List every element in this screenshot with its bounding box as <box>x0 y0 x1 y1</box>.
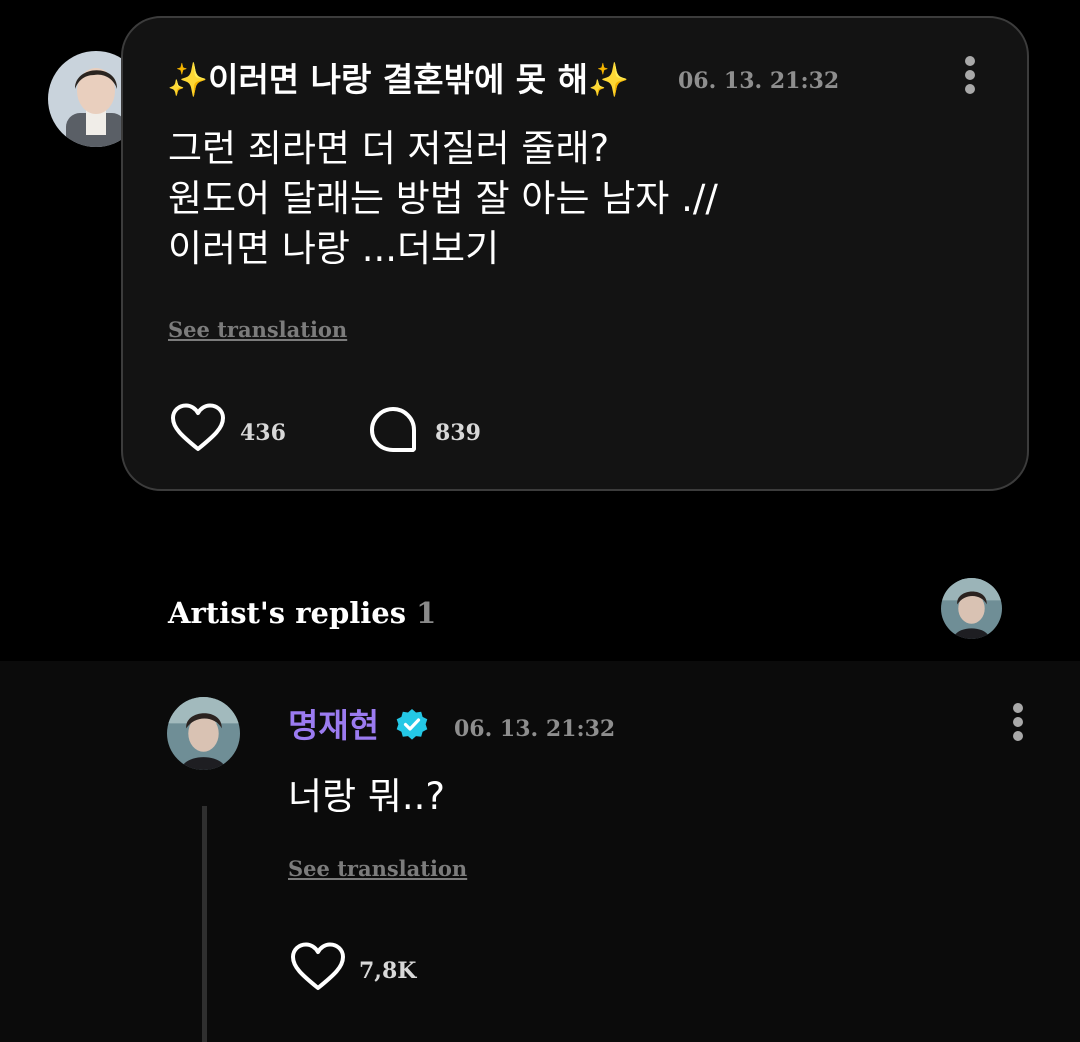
post-timestamp: 06. 13. 21:32 <box>678 68 840 94</box>
reply-author-name-text: 명재현 <box>288 706 380 745</box>
artist-replies-label: Artist's replies <box>168 596 407 630</box>
reply-author-avatar[interactable] <box>167 697 240 770</box>
post-comment-count: 839 <box>435 420 481 446</box>
artist-replies-count: 1 <box>416 596 437 630</box>
comment-bubble-icon[interactable] <box>368 405 418 455</box>
reply-more-options-icon[interactable] <box>1006 700 1030 744</box>
heart-icon[interactable] <box>170 403 226 453</box>
heart-icon[interactable] <box>290 942 346 992</box>
artist-replies-avatar[interactable] <box>941 578 1002 639</box>
reply-author-name[interactable]: 명재현 <box>288 703 379 749</box>
thread-line <box>202 806 207 1042</box>
artist-replies-header: Artist's replies 1 <box>168 593 436 633</box>
post-title: ✨이러면 나랑 결혼밖에 못 해✨ <box>167 60 630 99</box>
reply-timestamp: 06. 13. 21:32 <box>454 716 616 742</box>
post-more-options-icon[interactable] <box>958 53 982 97</box>
post-see-translation-link[interactable]: See translation <box>168 316 347 344</box>
reply-body-text: 너랑 뭐..? <box>288 775 446 818</box>
reply-see-translation-link[interactable]: See translation <box>288 855 467 883</box>
reply-like-count: 7,8K <box>359 958 417 984</box>
post-body-text[interactable]: 그런 죄라면 더 저질러 줄래? 원도어 달래는 방법 잘 아는 남자 .// … <box>168 124 718 274</box>
post-like-count: 436 <box>240 420 286 446</box>
verified-badge-icon <box>395 708 429 742</box>
